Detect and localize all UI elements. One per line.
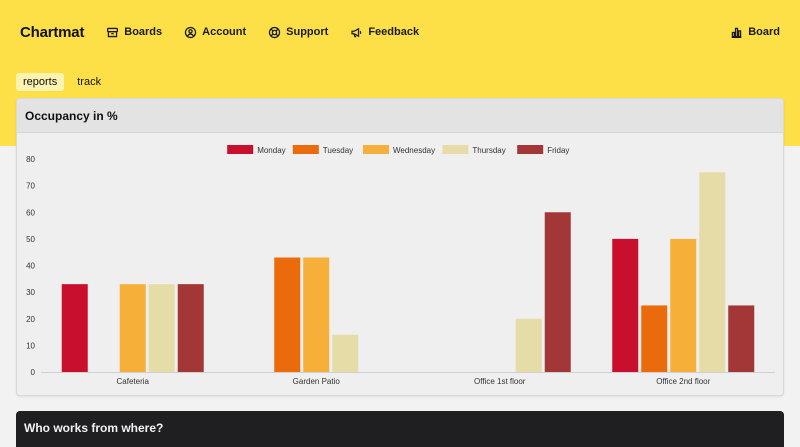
brand-logo[interactable]: Chartmat xyxy=(20,24,84,41)
bar-thursday xyxy=(332,334,359,372)
bar-tuesday xyxy=(641,305,668,372)
bar-wednesday xyxy=(119,284,146,372)
nav-boards[interactable]: Boards xyxy=(106,26,162,39)
y-tick-label: 80 xyxy=(26,155,35,164)
report-tabs: reports track xyxy=(16,73,114,91)
archive-icon xyxy=(106,26,119,39)
y-tick-label: 0 xyxy=(31,368,36,377)
user-circle-icon xyxy=(184,26,197,39)
who-works-card-title: Who works from where? xyxy=(24,421,164,435)
y-tick-label: 10 xyxy=(26,341,35,350)
who-works-card: Who works from where? xyxy=(16,411,784,447)
nav-feedback[interactable]: Feedback xyxy=(350,26,419,39)
bar-tuesday xyxy=(274,257,301,372)
bar-thursday xyxy=(515,318,542,372)
bar-chart-icon xyxy=(730,26,743,39)
y-tick-label: 50 xyxy=(26,235,35,244)
y-tick-label: 60 xyxy=(26,208,35,217)
bar-monday xyxy=(61,284,88,372)
occupancy-chart: 0 10 20 30 40 50 60 70 80 Cafeteria Garden Patio Of… xyxy=(26,145,775,386)
y-tick-label: 40 xyxy=(26,262,35,271)
megaphone-icon xyxy=(350,26,363,39)
bar-thursday xyxy=(148,284,175,372)
nav-feedback-label: Feedback xyxy=(368,26,420,38)
legend-swatch xyxy=(227,145,254,154)
legend-label: Tuesday xyxy=(323,146,353,155)
bar-friday xyxy=(728,305,755,372)
nav-boards-label: Boards xyxy=(124,26,163,38)
x-tick-label: Office 1st floor xyxy=(474,377,526,386)
bar-wednesday xyxy=(303,257,330,372)
x-tick-label: Cafeteria xyxy=(117,377,150,386)
bar-friday xyxy=(177,284,204,372)
top-navigation: Chartmat Boards Account Support Feedback… xyxy=(0,0,800,64)
lifebuoy-icon xyxy=(268,26,281,39)
bar-friday xyxy=(544,212,571,372)
legend-label: Friday xyxy=(547,146,569,155)
x-tick-label: Office 2nd floor xyxy=(656,377,710,386)
bar-wednesday xyxy=(670,238,697,372)
legend-swatch xyxy=(292,145,319,154)
x-tick-label: Garden Patio xyxy=(293,377,341,386)
nav-account[interactable]: Account xyxy=(184,26,246,39)
legend-label: Wednesday xyxy=(393,146,435,155)
occupancy-card: Occupancy in % 0 10 20 30 40 50 60 70 80 Cafeteri… xyxy=(16,98,784,396)
y-tick-label: 30 xyxy=(26,288,35,297)
legend-swatch xyxy=(363,145,389,154)
tab-track[interactable]: track xyxy=(70,73,108,91)
nav-support-label: Support xyxy=(286,26,329,38)
legend-label: Monday xyxy=(257,146,285,155)
y-tick-label: 70 xyxy=(26,182,35,191)
nav-board-label: Board xyxy=(748,26,780,38)
nav-support[interactable]: Support xyxy=(268,26,328,39)
legend-swatch xyxy=(442,145,469,154)
tab-reports[interactable]: reports xyxy=(16,73,65,91)
nav-board[interactable]: Board xyxy=(730,26,780,39)
bar-thursday xyxy=(699,172,726,372)
legend-swatch xyxy=(517,145,544,154)
y-tick-label: 20 xyxy=(26,315,35,324)
bar-monday xyxy=(612,238,639,372)
nav-account-label: Account xyxy=(202,26,247,38)
legend-label: Thursday xyxy=(472,146,505,155)
